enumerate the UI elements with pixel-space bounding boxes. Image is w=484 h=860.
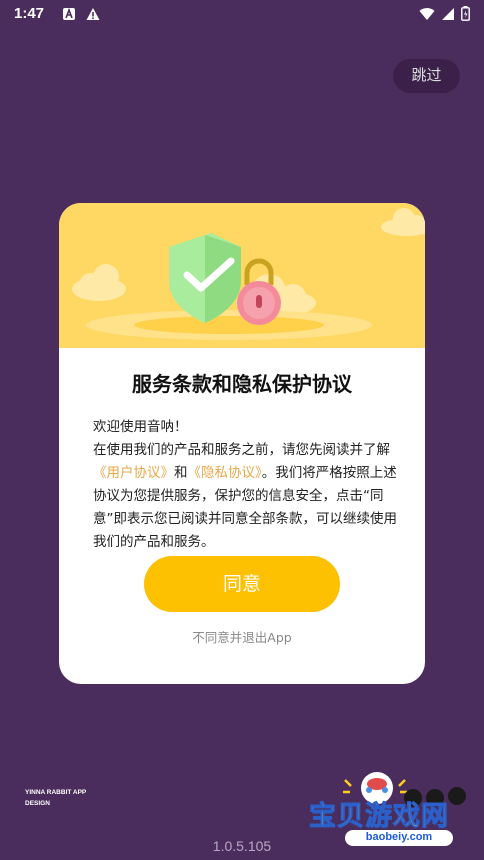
- status-bar: 1:47: [0, 0, 484, 30]
- status-time: 1:47: [14, 5, 45, 22]
- warning-icon: [86, 8, 100, 20]
- brand-label: YINNA RABBIT APP DESIGN: [25, 787, 86, 809]
- dialog-body: 欢迎使用音呐！ 在使用我们的产品和服务之前，请您先阅读并了解《用户协议》和《隐私…: [93, 416, 398, 554]
- greeting-text: 欢迎使用音呐！: [93, 419, 188, 435]
- brand-line-2: DESIGN: [25, 800, 50, 807]
- decline-exit-link[interactable]: 不同意并退出App: [59, 627, 425, 646]
- and-text: 和: [174, 465, 188, 481]
- privacy-dialog: 服务条款和隐私保护协议 欢迎使用音呐！ 在使用我们的产品和服务之前，请您先阅读并…: [59, 203, 425, 684]
- user-agreement-link[interactable]: 《用户协议》: [93, 465, 174, 481]
- skip-button[interactable]: 跳过: [393, 59, 460, 93]
- privacy-policy-link[interactable]: 《隐私协议》: [188, 465, 262, 481]
- site-watermark: 宝贝游戏网 baobeiy.com: [305, 770, 480, 850]
- shield-lock-illustration: [72, 208, 425, 340]
- battery-icon: [461, 6, 470, 21]
- brand-line-1: YINNA RABBIT APP: [25, 789, 87, 796]
- app-notification-icon: [63, 7, 75, 20]
- dialog-hero-illustration: [59, 203, 425, 348]
- dialog-title: 服务条款和隐私保护协议: [132, 372, 352, 396]
- body-text-1: 在使用我们的产品和服务之前，请您先阅读并了解: [93, 442, 390, 458]
- wifi-icon: [419, 7, 435, 20]
- watermark-title: 宝贝游戏网: [309, 801, 449, 833]
- agree-button[interactable]: 同意: [144, 556, 340, 612]
- watermark-url: baobeiy.com: [365, 831, 433, 843]
- signal-icon: [442, 7, 454, 20]
